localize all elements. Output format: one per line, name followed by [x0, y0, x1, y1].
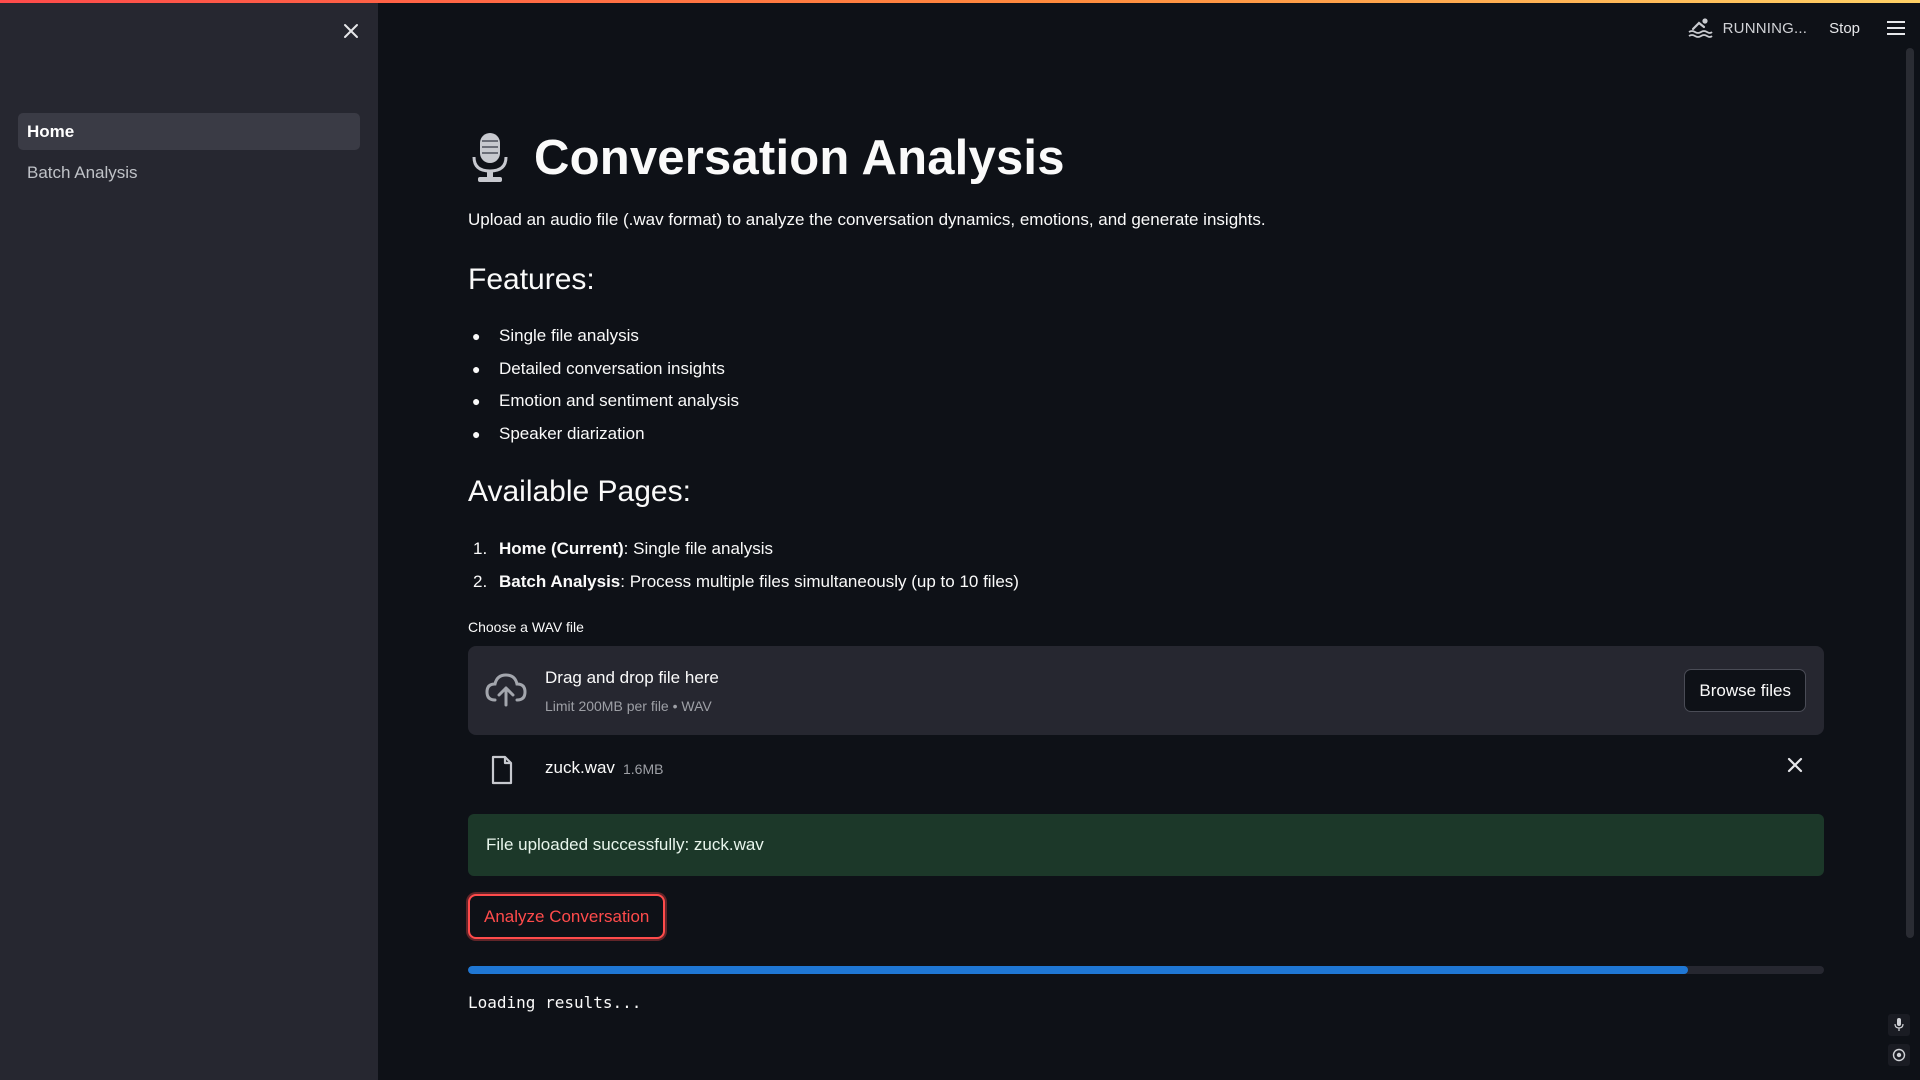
list-item: 1. Home (Current) : Single file analysis [468, 532, 1019, 565]
list-item: ● Speaker diarization [472, 423, 645, 443]
features-list: ● Single file analysis ● Detailed conversa… [468, 320, 739, 450]
file-uploader-label: Choose a WAV file [468, 619, 584, 635]
page-name: Home (Current) [499, 538, 624, 558]
available-pages-heading: Available Pages: [468, 475, 691, 508]
swimmer-icon [1688, 18, 1713, 38]
list-item: 2. Batch Analysis : Process multiple fil… [468, 565, 1019, 598]
page-name: Batch Analysis [499, 571, 621, 591]
sidebar-item-batch-analysis[interactable]: Batch Analysis [18, 154, 360, 191]
running-status: RUNNING... [1687, 17, 1808, 39]
list-item: ● Emotion and sentiment analysis [472, 391, 740, 411]
list-number: 2. [473, 571, 488, 591]
list-item: ● Single file analysis [472, 326, 639, 346]
feature-text: Detailed conversation insights [499, 358, 725, 378]
app-header: RUNNING... Stop [1687, 0, 1920, 56]
feature-text: Single file analysis [499, 326, 639, 346]
main-menu-button[interactable] [1882, 14, 1910, 42]
remove-file-icon[interactable] [1786, 756, 1804, 774]
hamburger-menu-icon [1887, 21, 1905, 35]
close-icon [344, 24, 358, 38]
top-decoration-bar [0, 0, 1920, 3]
close-sidebar-button[interactable] [334, 14, 368, 48]
page-description: : Single file analysis [623, 538, 773, 558]
list-number: 1. [473, 538, 488, 558]
dropzone-limit: Limit 200MB per file • WAV [545, 698, 712, 714]
feature-text: Speaker diarization [499, 423, 645, 443]
browse-files-button[interactable]: Browse files [1684, 669, 1806, 712]
file-name: zuck.wav [545, 758, 615, 777]
file-icon [491, 755, 513, 785]
status-text: RUNNING... [1722, 19, 1808, 37]
file-dropzone[interactable]: Drag and drop file here Limit 200MB per … [468, 646, 1824, 735]
dropzone-title: Drag and drop file here [545, 668, 719, 687]
list-item: ● Detailed conversation insights [472, 358, 725, 378]
sidebar-item-home[interactable]: Home [18, 113, 360, 150]
intro-text: Upload an audio file (.wav format) to an… [468, 210, 1266, 229]
voice-button[interactable] [1888, 1014, 1910, 1036]
success-alert: File uploaded successfully: zuck.wav [468, 814, 1824, 876]
target-icon [1892, 1048, 1906, 1062]
target-button[interactable] [1888, 1044, 1910, 1066]
sidebar-item-label: Home [27, 121, 75, 141]
analyze-conversation-button[interactable]: Analyze Conversation [468, 894, 666, 939]
loading-text: Loading results... [468, 993, 642, 1012]
progress-fill [468, 966, 1689, 974]
microphone-icon [472, 133, 508, 182]
page-title-row: Conversation Analysis [468, 130, 1065, 186]
cloud-upload-icon [485, 673, 527, 707]
features-heading: Features: [468, 263, 595, 296]
uploaded-file-row: zuck.wav 1.6MB [468, 750, 1824, 790]
microphone-small-icon [1894, 1018, 1904, 1031]
pages-list: 1. Home (Current) : Single file analysis… [468, 532, 1019, 598]
page-description: : Process multiple files simultaneously … [620, 571, 1019, 591]
corner-tools [1888, 1014, 1910, 1066]
file-size: 1.6MB [623, 761, 664, 777]
sidebar: Home Batch Analysis [0, 0, 378, 1080]
feature-text: Emotion and sentiment analysis [499, 391, 740, 411]
page-title: Conversation Analysis [534, 131, 1065, 185]
sidebar-nav: Home Batch Analysis [18, 113, 360, 195]
stop-button[interactable]: Stop [1829, 20, 1860, 37]
sidebar-item-label: Batch Analysis [27, 162, 138, 182]
page-scrollbar[interactable] [1906, 48, 1914, 938]
progress-bar [468, 966, 1824, 974]
